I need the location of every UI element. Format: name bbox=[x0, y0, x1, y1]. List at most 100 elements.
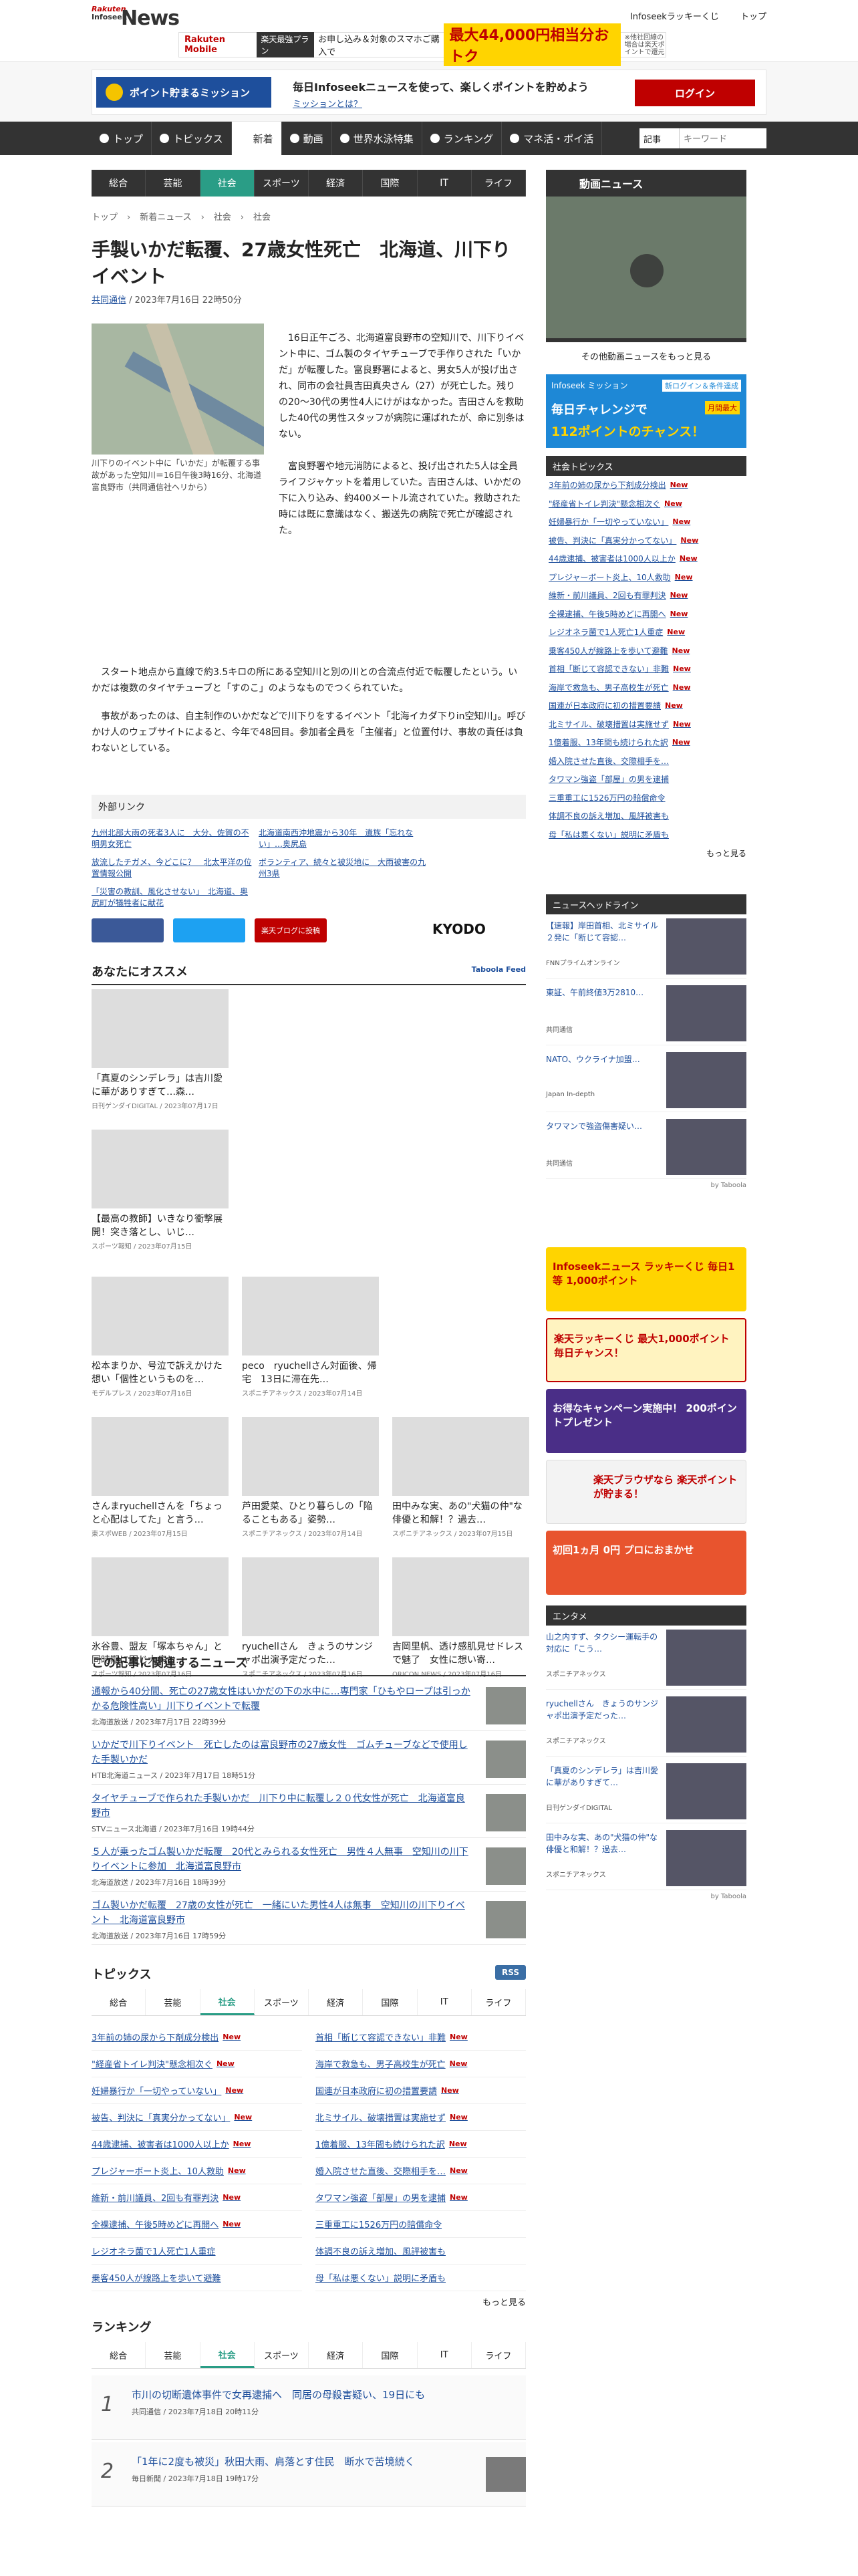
nav-item[interactable]: トップ bbox=[92, 122, 152, 155]
topic-item[interactable]: 3年前の姉の尿から下剤成分検出 New bbox=[92, 2024, 302, 2051]
recommend-card[interactable]: 「真夏のシンデレラ」は吉川愛に華がありすぎて…森… 日刊ゲンダイDIGITAL /… bbox=[92, 989, 229, 1110]
nav-item[interactable]: 世界水泳特集 bbox=[332, 122, 422, 155]
topic-item[interactable]: 海岸で救急も、男子高校生が死亡 New bbox=[315, 2051, 526, 2077]
related-item[interactable]: いかだで川下りイベント 死亡したのは富良野市の27歳女性 ゴムチューブなどで使用… bbox=[92, 1734, 526, 1785]
search-select[interactable]: 記事 bbox=[639, 128, 680, 148]
promo-banner[interactable]: Rakuten Mobile 楽天最強プラン お申し込み＆対象のスマホご購入で … bbox=[178, 23, 666, 66]
topic-item[interactable]: 維新・前川議員、2回も有罪判決 New bbox=[92, 2184, 302, 2211]
social-topic-item[interactable]: 母「私は悪くない」説明に矛盾も bbox=[546, 825, 746, 844]
social-topic-item[interactable]: 体調不良の訴え増加、風評被害も bbox=[546, 807, 746, 825]
ranking-tab[interactable]: 社会 bbox=[200, 2342, 255, 2368]
top-link[interactable]: トップ bbox=[740, 12, 766, 22]
twitter-share-button[interactable] bbox=[173, 918, 245, 942]
ranking-tab[interactable]: IT bbox=[418, 2342, 472, 2368]
pro-ad[interactable]: 初回1ヵ月 0円 プロにおまかせ bbox=[546, 1531, 746, 1595]
external-link[interactable]: 北海道南西沖地震から30年 遺族「忘れない」…奥尻島 bbox=[259, 827, 432, 850]
browser-ad[interactable]: 楽天ブラウザなら 楽天ポイントが貯まる！ bbox=[546, 1460, 746, 1524]
social-topic-item[interactable]: 三重重工に1526万円の賠償命令 bbox=[546, 789, 746, 807]
mission-button[interactable]: ポイント貯まるミッション bbox=[96, 77, 271, 108]
social-topic-item[interactable]: 北ミサイル、破壊措置は実施せず New bbox=[546, 715, 746, 734]
category-tab[interactable]: IT bbox=[418, 170, 472, 197]
topic-item[interactable]: プレジャーボート炎上、10人救助 New bbox=[92, 2158, 302, 2184]
login-button[interactable]: ログイン bbox=[635, 80, 755, 106]
lucky-link[interactable]: Infoseekラッキーくじ bbox=[630, 12, 719, 22]
headlines-item[interactable]: NATO、ウクライナ加盟… Japan In-depth bbox=[546, 1048, 746, 1112]
category-tab[interactable]: 経済 bbox=[309, 170, 364, 197]
recommend-card[interactable]: 田中みな実、あの"犬猫の仲"な俳優と和解！？過去… スポニチアネックス / 202… bbox=[392, 1417, 529, 1538]
social-topic-item[interactable]: 1億着服、13年間も続けられた訳 New bbox=[546, 733, 746, 752]
lucky-ad[interactable]: Infoseekニュース ラッキーくじ 毎日1等 1,000ポイント bbox=[546, 1247, 746, 1311]
ent-item[interactable]: 「真夏のシンデレラ」は吉川愛に華がありすぎて… 日刊ゲンダイDIGITAL bbox=[546, 1759, 746, 1823]
external-link[interactable]: 放流したチガメ、今どこに？ 北太平洋の位置情報公開 bbox=[92, 856, 252, 879]
category-tab[interactable]: 総合 bbox=[92, 170, 146, 197]
nav-item[interactable]: マネ活・ポイ活 bbox=[502, 122, 603, 155]
ranking-tab[interactable]: スポーツ bbox=[255, 2342, 309, 2368]
social-topic-item[interactable]: 妊婦暴行か「一切やっていない」 New bbox=[546, 513, 746, 531]
topics-tab[interactable]: 総合 bbox=[92, 1989, 146, 2015]
search-input[interactable] bbox=[680, 128, 766, 148]
topic-item[interactable]: レジオネラ菌で1人死亡1人重症 bbox=[92, 2238, 302, 2265]
topic-item[interactable]: 44歳逮捕、被害者は1000人以上か New bbox=[92, 2131, 302, 2158]
topic-item[interactable]: "経産省トイレ判決"懸念相次ぐ New bbox=[92, 2051, 302, 2077]
social-topic-item[interactable]: 海岸で救急も、男子高校生が死亡 New bbox=[546, 678, 746, 697]
category-tab[interactable]: 国際 bbox=[363, 170, 418, 197]
social-topic-item[interactable]: 婚入院させた直後、交際相手を… bbox=[546, 752, 746, 771]
breadcrumb-item[interactable]: 社会 bbox=[253, 213, 271, 223]
mission-ad[interactable]: Infoseek ミッション 新ログイン＆条件達成 毎日チャレンジで 月間最大 … bbox=[546, 374, 746, 448]
mission-link[interactable]: ミッションとは？ bbox=[293, 97, 362, 110]
nav-item[interactable]: ランキング bbox=[422, 122, 503, 155]
breadcrumb-item[interactable]: 社会 bbox=[214, 213, 231, 223]
ranking-tab[interactable]: ライフ bbox=[472, 2342, 526, 2368]
external-link[interactable]: 九州北部大雨の死者3人に 大分、佐賀の不明男女死亡 bbox=[92, 827, 252, 850]
ranking-tab[interactable]: 国際 bbox=[363, 2342, 418, 2368]
breadcrumb-item[interactable]: 新着ニュース bbox=[140, 213, 191, 223]
facebook-share-button[interactable] bbox=[92, 918, 164, 942]
category-tab[interactable]: ライフ bbox=[472, 170, 526, 197]
social-topic-item[interactable]: 国連が日本政府に初の措置要請 New bbox=[546, 696, 746, 715]
headlines-item[interactable]: 【速報】岸田首相、北ミサイル２発に「断じて容認… FNNプライムオンライン bbox=[546, 914, 746, 979]
related-item[interactable]: タイヤチューブで作られた手製いかだ 川下り中に転覆し２０代女性が死亡 北海道富良… bbox=[92, 1787, 526, 1838]
ranking-tab[interactable]: 経済 bbox=[309, 2342, 364, 2368]
social-topic-item[interactable]: 乗客450人が線路上を歩いて避難 New bbox=[546, 642, 746, 660]
topics-tab[interactable]: IT bbox=[418, 1989, 472, 2015]
related-item[interactable]: ５人が乗ったゴム製いかだ転覆 20代とみられる女性死亡 男性４人無事 空知川の川… bbox=[92, 1841, 526, 1892]
social-topic-item[interactable]: 首相「断じて容認できない」非難 New bbox=[546, 660, 746, 678]
topics-tab[interactable]: ライフ bbox=[472, 1989, 526, 2015]
topics-tab[interactable]: 経済 bbox=[309, 1989, 364, 2015]
topic-item[interactable]: 全裸逮捕、午後5時めどに再開へ New bbox=[92, 2211, 302, 2238]
social-topic-item[interactable]: タワマン強盗「部屋」の男を逮捕 bbox=[546, 770, 746, 789]
rss-button[interactable]: RSS bbox=[495, 1965, 526, 1980]
topics-tab[interactable]: 芸能 bbox=[146, 1989, 200, 2015]
related-item[interactable]: ゴム製いかだ転覆 27歳の女性が死亡 一緒にいた男性4人は無事 空知川の川下りイ… bbox=[92, 1894, 526, 1945]
headlines-item[interactable]: 東証、午前終値3万2810… 共同通信 bbox=[546, 981, 746, 1045]
category-tab[interactable]: 芸能 bbox=[146, 170, 200, 197]
recommend-card[interactable]: peco ryuchellさん対面後、帰宅 13日に滞在先… スポニチアネックス … bbox=[242, 1277, 379, 1398]
topics-more-link[interactable]: もっと見る bbox=[482, 2295, 526, 2308]
play-icon[interactable] bbox=[630, 254, 664, 287]
blog-share-button[interactable]: 楽天ブログに投稿 bbox=[255, 918, 327, 942]
nav-item[interactable]: トピックス bbox=[152, 122, 232, 155]
recommend-card[interactable]: 芦田愛菜、ひとり暮らしの「陥ることもある」姿勢… スポニチアネックス / 2023… bbox=[242, 1417, 379, 1538]
social-topic-item[interactable]: 全裸逮捕、午後5時めどに再開へ New bbox=[546, 605, 746, 624]
recommend-card[interactable]: 【最高の教師】いきなり衝撃展開！突き落とし、いじ… スポーツ報知 / 2023年0… bbox=[92, 1130, 229, 1251]
social-topic-item[interactable]: 44歳逮捕、被害者は1000人以上か New bbox=[546, 549, 746, 568]
viber-ad[interactable]: お得なキャンペーン実施中！ 200ポイントプレゼント bbox=[546, 1389, 746, 1453]
social-topic-item[interactable]: "経産省トイレ判決"懸念相次ぐ New bbox=[546, 495, 746, 513]
ent-item[interactable]: ryuchellさん きょうのサンジャポ出演予定だった… スポニチアネックス bbox=[546, 1692, 746, 1757]
article-photo[interactable] bbox=[92, 324, 264, 455]
topic-item[interactable]: 被告、判決に「真実分かってない」 New bbox=[92, 2104, 302, 2131]
topic-item[interactable]: 体調不良の訴え増加、風評被害も bbox=[315, 2238, 526, 2265]
social-topic-item[interactable]: 3年前の姉の尿から下剤成分検出 New bbox=[546, 476, 746, 495]
topic-item[interactable]: 婚入院させた直後、交際相手を… New bbox=[315, 2158, 526, 2184]
headlines-item[interactable]: タワマンで強盗傷害疑い… 共同通信 bbox=[546, 1115, 746, 1179]
social-topic-item[interactable]: 維新・前川議員、2回も有罪判決 New bbox=[546, 586, 746, 605]
ranking-item[interactable]: 2 「1年に2度も被災」秋田大雨、肩落とす住民 断水で苦境続く 毎日新聞 / 202… bbox=[92, 2442, 526, 2506]
topic-item[interactable]: 乗客450人が線路上を歩いて避難 bbox=[92, 2265, 302, 2291]
topic-item[interactable]: 国連が日本政府に初の措置要請 New bbox=[315, 2077, 526, 2104]
category-tab[interactable]: 社会 bbox=[200, 170, 255, 197]
video-more-link[interactable]: その他動画ニュースをもっと見る bbox=[546, 342, 746, 369]
topics-tab[interactable]: 社会 bbox=[200, 1989, 255, 2015]
ranking-tab[interactable]: 芸能 bbox=[146, 2342, 200, 2368]
ent-item[interactable]: 山之内すず、タクシー運転手の対応に「こう… スポニチアネックス bbox=[546, 1626, 746, 1690]
rakuten-lucky-ad[interactable]: 楽天ラッキーくじ 最大1,000ポイント 毎日チャンス！ bbox=[546, 1318, 746, 1382]
